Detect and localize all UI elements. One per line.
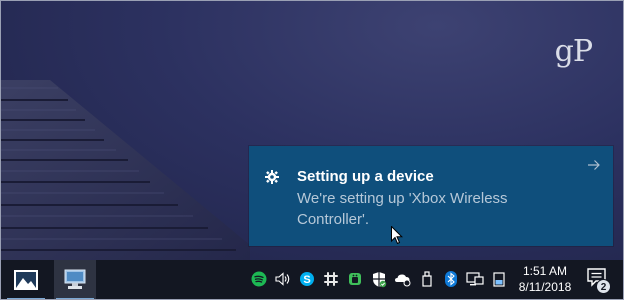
notification-body: We're setting up 'Xbox Wireless Controll…: [297, 190, 508, 228]
battery-icon[interactable]: [490, 270, 508, 288]
watermark-logo: gP: [554, 34, 593, 69]
network-icon[interactable]: [466, 270, 484, 288]
svg-text:S: S: [303, 274, 310, 286]
mouse-cursor-icon: [391, 226, 403, 245]
spotify-icon[interactable]: [250, 270, 268, 288]
usb-eject-icon[interactable]: [418, 270, 436, 288]
gear-icon: [265, 170, 279, 184]
onedrive-sync-icon[interactable]: [394, 270, 412, 288]
device-setup-notification[interactable]: Setting up a device We're setting up 'Xb…: [249, 146, 613, 246]
slack-icon[interactable]: [322, 270, 340, 288]
bluetooth-icon[interactable]: [442, 270, 460, 288]
android-icon[interactable]: [346, 270, 364, 288]
clock-date: 8/11/2018: [518, 280, 572, 294]
defender-shield-icon[interactable]: [370, 270, 388, 288]
arrow-right-icon[interactable]: [587, 158, 601, 172]
notification-title: Setting up a device: [297, 168, 434, 185]
clock-time: 1:51 AM: [522, 264, 568, 278]
photos-app[interactable]: [5, 260, 47, 300]
skype-icon[interactable]: S: [298, 270, 316, 288]
notification-count-badge: 2: [596, 279, 611, 294]
this-pc-app[interactable]: [54, 260, 96, 300]
volume-icon[interactable]: [274, 270, 292, 288]
computer-icon: [64, 269, 86, 289]
system-clock[interactable]: 1:51 AM 8/11/2018: [512, 263, 578, 295]
photos-icon: [14, 270, 38, 290]
